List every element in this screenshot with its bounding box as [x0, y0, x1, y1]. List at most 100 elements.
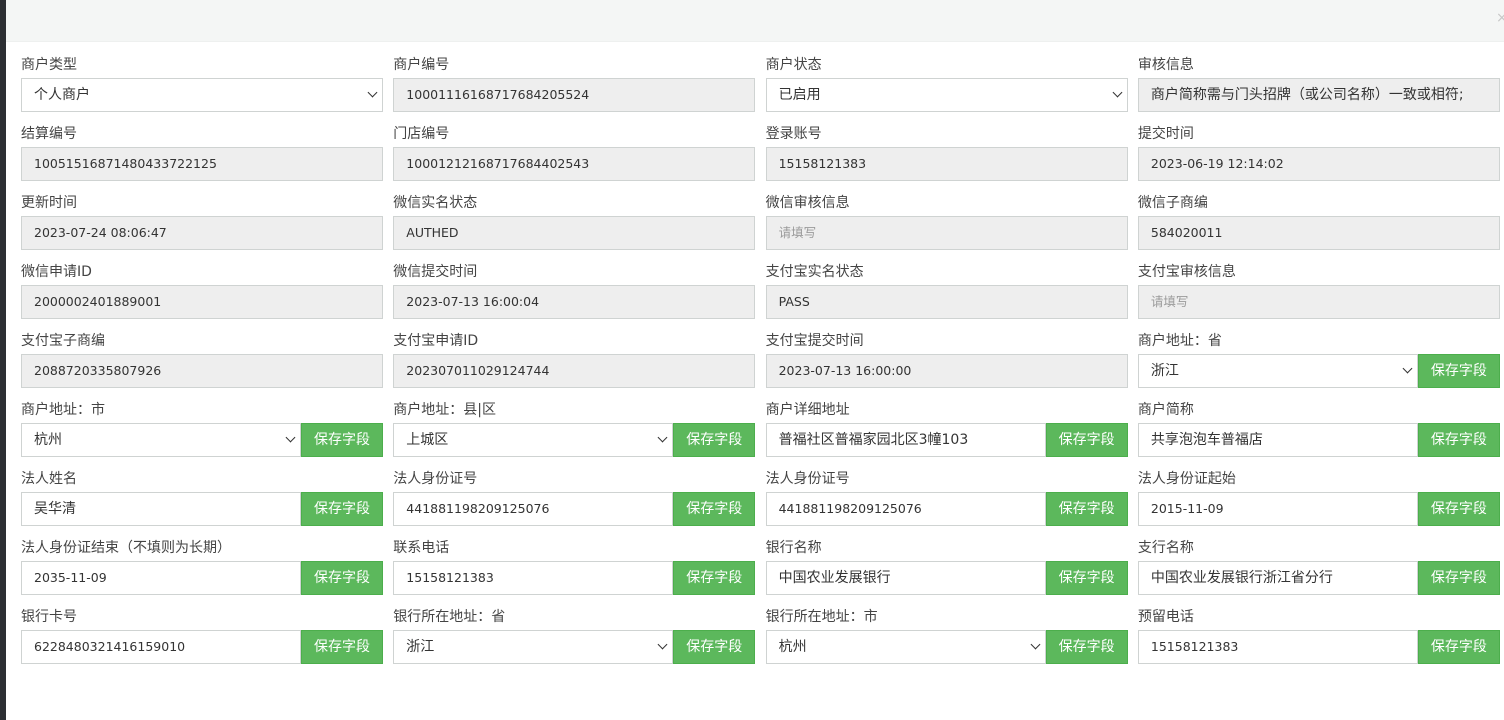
field-label: 预留电话: [1137, 609, 1194, 625]
field-value: 杭州: [778, 639, 807, 655]
save-field-button[interactable]: 保存字段: [301, 423, 383, 457]
field-readonly-input: 2023-07-24 08:06:47: [21, 216, 383, 250]
field-placeholder: 请填写: [1150, 294, 1189, 309]
field-value: 2023-06-19 12:14:02: [1150, 156, 1284, 171]
field-input[interactable]: 中国农业发展银行: [765, 561, 1046, 595]
field-input[interactable]: 441881198209125076: [765, 492, 1046, 526]
field-input[interactable]: 2015-11-09: [1137, 492, 1418, 526]
field-label: 联系电话: [393, 540, 450, 556]
field-value: 15158121383: [778, 156, 867, 171]
save-field-button[interactable]: 保存字段: [673, 423, 756, 457]
field-control-row: 请填写: [765, 216, 1128, 250]
field-label: 支付宝实名状态: [765, 264, 864, 280]
field-select[interactable]: 浙江: [1137, 354, 1418, 388]
field-label: 支付宝申请ID: [393, 333, 479, 349]
field-value: 10001116168717684205524: [406, 87, 590, 102]
save-field-button[interactable]: 保存字段: [1045, 423, 1128, 457]
save-field-button[interactable]: 保存字段: [1417, 492, 1500, 526]
field-value: 2015-11-09: [1150, 501, 1224, 516]
form-field: 银行卡号 6228480321416159010 保存字段: [21, 606, 383, 675]
save-field-button[interactable]: 保存字段: [1417, 423, 1500, 457]
field-control-row: 10051516871480433722125: [21, 147, 383, 181]
field-input[interactable]: 吴华清: [21, 492, 301, 526]
chevron-down-icon: [367, 87, 378, 98]
save-field-button[interactable]: 保存字段: [301, 630, 383, 664]
field-readonly-input: 15158121383: [765, 147, 1128, 181]
save-field-button[interactable]: 保存字段: [1045, 630, 1128, 664]
field-select[interactable]: 杭州: [765, 630, 1046, 664]
form-field: 联系电话 15158121383 保存字段: [393, 537, 756, 606]
field-value: 2035-11-09: [34, 570, 107, 585]
field-readonly-input: 10051516871480433722125: [21, 147, 383, 181]
form-field: 商户地址：县|区 上城区 保存字段: [393, 399, 756, 468]
form-field: 支行名称 中国农业发展银行浙江省分行 保存字段: [1137, 537, 1500, 606]
field-input[interactable]: 15158121383: [1137, 630, 1418, 664]
field-input[interactable]: 2035-11-09: [21, 561, 301, 595]
field-input[interactable]: 中国农业发展银行浙江省分行: [1137, 561, 1418, 595]
save-field-button[interactable]: 保存字段: [1417, 630, 1500, 664]
field-input[interactable]: 共享泡泡车普福店: [1137, 423, 1418, 457]
field-value: 共享泡泡车普福店: [1150, 432, 1263, 448]
field-label: 微信子商编: [1137, 195, 1208, 211]
form-field: 法人身份证号 441881198209125076 保存字段: [393, 468, 756, 537]
field-value: 普福社区普福家园北区3幢103: [778, 432, 969, 448]
field-control-row: 杭州 保存字段: [765, 630, 1128, 664]
save-field-button[interactable]: 保存字段: [1417, 561, 1500, 595]
field-control-row: 2023-06-19 12:14:02: [1137, 147, 1500, 181]
save-field-button[interactable]: 保存字段: [673, 630, 756, 664]
field-label: 提交时间: [1137, 126, 1194, 142]
form-field: 支付宝申请ID 202307011029124744: [393, 330, 756, 399]
form-field: 微信提交时间 2023-07-13 16:00:04: [393, 261, 756, 330]
chevron-down-icon: [1030, 639, 1041, 650]
left-sidebar-edge: [0, 0, 6, 720]
field-control-row: 6228480321416159010 保存字段: [21, 630, 383, 664]
field-input[interactable]: 441881198209125076: [393, 492, 674, 526]
save-field-button[interactable]: 保存字段: [1045, 561, 1128, 595]
save-field-button[interactable]: 保存字段: [1045, 492, 1128, 526]
form-field: 结算编号 10051516871480433722125: [21, 123, 383, 192]
field-control-row: 202307011029124744: [393, 354, 756, 388]
form-field: 商户地址：省 浙江 保存字段: [1137, 330, 1500, 399]
form-field: 银行所在地址：省 浙江 保存字段: [393, 606, 756, 675]
field-control-row: 浙江 保存字段: [1137, 354, 1500, 388]
save-field-button[interactable]: 保存字段: [301, 492, 383, 526]
field-control-row: 吴华清 保存字段: [21, 492, 383, 526]
field-input[interactable]: 普福社区普福家园北区3幢103: [765, 423, 1046, 457]
field-label: 门店编号: [393, 126, 450, 142]
field-value: 2023-07-13 16:00:04: [406, 294, 540, 309]
form-field: 法人身份证号 441881198209125076 保存字段: [765, 468, 1128, 537]
field-value: 10051516871480433722125: [34, 156, 217, 171]
field-label: 微信审核信息: [765, 195, 850, 211]
field-readonly-input: 请填写: [1137, 285, 1500, 319]
field-label: 审核信息: [1137, 57, 1194, 73]
field-value: 浙江: [1150, 363, 1179, 379]
save-field-button[interactable]: 保存字段: [673, 492, 756, 526]
field-readonly-input: 2000002401889001: [21, 285, 383, 319]
field-select[interactable]: 个人商户: [21, 78, 383, 112]
save-field-button[interactable]: 保存字段: [301, 561, 383, 595]
field-control-row: 2035-11-09 保存字段: [21, 561, 383, 595]
field-select[interactable]: 上城区: [393, 423, 674, 457]
save-field-button[interactable]: 保存字段: [673, 561, 756, 595]
field-readonly-input: 10001116168717684205524: [393, 78, 756, 112]
field-label: 银行名称: [765, 540, 822, 556]
close-icon[interactable]: ×: [1496, 10, 1504, 26]
field-label: 微信提交时间: [393, 264, 478, 280]
field-input[interactable]: 6228480321416159010: [21, 630, 301, 664]
field-value: 584020011: [1150, 225, 1223, 240]
field-select[interactable]: 浙江: [393, 630, 674, 664]
field-select[interactable]: 已启用: [765, 78, 1128, 112]
field-control-row: PASS: [765, 285, 1128, 319]
form-field: 支付宝提交时间 2023-07-13 16:00:00: [765, 330, 1128, 399]
field-readonly-input: 2023-06-19 12:14:02: [1137, 147, 1500, 181]
field-value: 202307011029124744: [406, 363, 550, 378]
save-field-button[interactable]: 保存字段: [1417, 354, 1500, 388]
field-control-row: 共享泡泡车普福店 保存字段: [1137, 423, 1500, 457]
field-label: 登录账号: [765, 126, 822, 142]
form-field: 支付宝子商编 2088720335807926: [21, 330, 383, 399]
field-value: 15158121383: [1150, 639, 1239, 654]
field-label: 微信实名状态: [393, 195, 478, 211]
field-label: 银行所在地址：市: [765, 609, 878, 625]
field-select[interactable]: 杭州: [21, 423, 301, 457]
field-input[interactable]: 15158121383: [393, 561, 674, 595]
